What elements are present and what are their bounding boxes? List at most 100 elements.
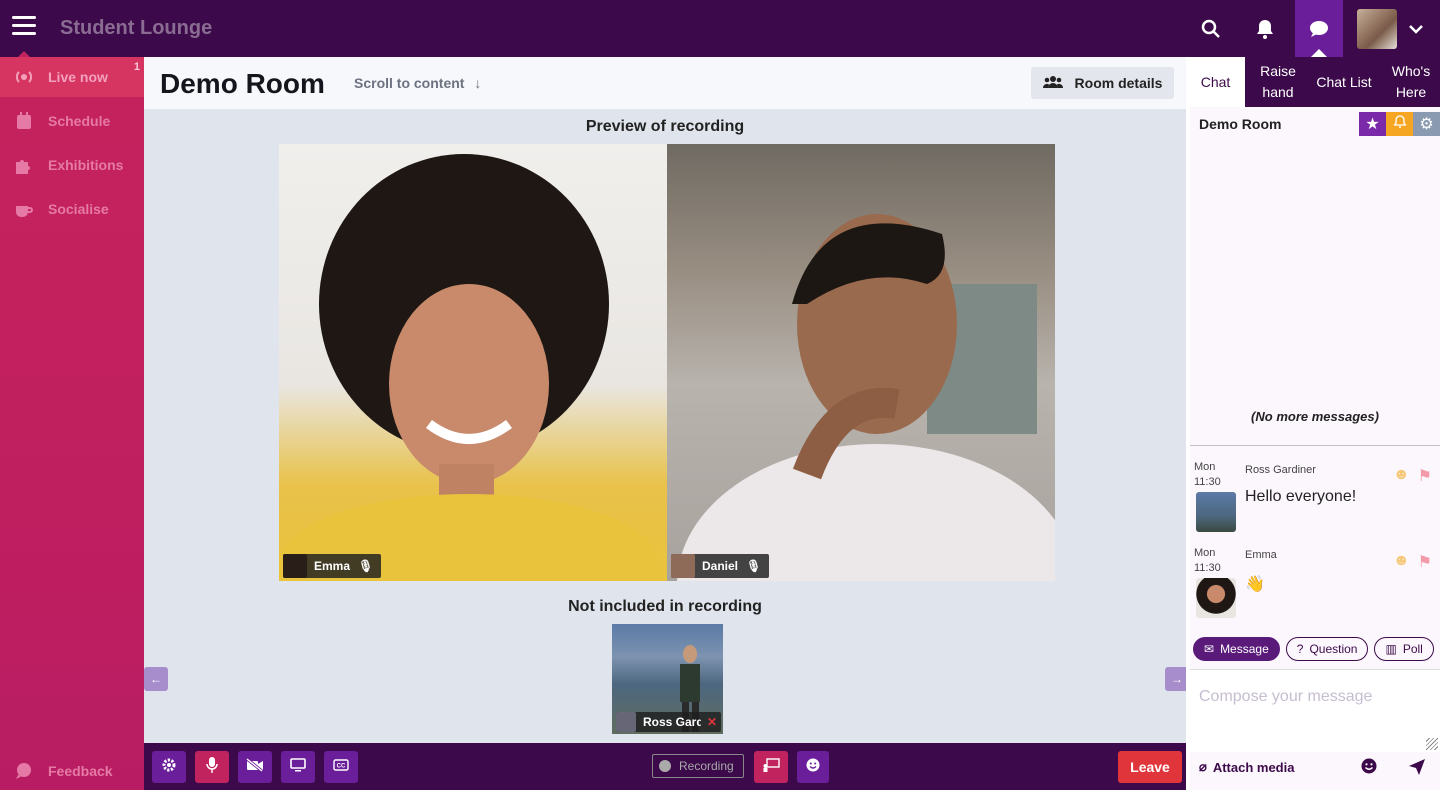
chat-message: Mon 11:30 Ross Gardiner Hello everyone! ☻… bbox=[1190, 460, 1440, 540]
microphone-off-icon: ✕ bbox=[707, 715, 718, 729]
bell-icon[interactable] bbox=[1241, 0, 1289, 57]
top-bar: Student Lounge bbox=[0, 0, 1440, 58]
menu-icon[interactable] bbox=[12, 16, 36, 40]
calendar-icon bbox=[14, 111, 34, 131]
flag-icon[interactable]: ⚑ bbox=[1418, 466, 1432, 486]
notify-button[interactable] bbox=[1386, 112, 1413, 136]
mode-question[interactable]: ? Question bbox=[1285, 637, 1369, 661]
prev-page-button[interactable]: ← bbox=[144, 667, 168, 691]
user-avatar[interactable] bbox=[1357, 9, 1397, 49]
microphone-button[interactable] bbox=[195, 751, 229, 783]
scroll-to-content-link[interactable]: Scroll to content ↓ bbox=[354, 75, 481, 91]
settings-icon bbox=[162, 758, 176, 777]
message-text: 👋 bbox=[1245, 576, 1265, 593]
mode-message[interactable]: ✉ Message bbox=[1193, 637, 1280, 661]
mode-label: Message bbox=[1220, 642, 1269, 656]
no-more-messages: (No more messages) bbox=[1251, 409, 1379, 424]
screen-share-button[interactable] bbox=[281, 751, 315, 783]
camera-toggle-button[interactable] bbox=[238, 751, 272, 783]
screen-share-icon bbox=[290, 757, 306, 777]
broadcast-icon bbox=[14, 67, 34, 87]
question-icon: ? bbox=[1296, 642, 1304, 656]
chat-message: Mon 11:30 Emma 👋 ☻ ⚑ bbox=[1190, 546, 1440, 626]
sidebar-item-label: Socialise bbox=[48, 201, 109, 217]
message-time: Mon 11:30 bbox=[1194, 546, 1228, 576]
app-title: Student Lounge bbox=[60, 17, 213, 39]
mode-label: Question bbox=[1309, 642, 1358, 656]
message-mode-selector: ✉ Message ? Question ▥ Poll bbox=[1193, 637, 1434, 661]
room-header: Demo Room Scroll to content ↓ Room detai… bbox=[144, 57, 1186, 109]
settings-button[interactable] bbox=[152, 751, 186, 783]
chat-settings-button[interactable]: ⚙ bbox=[1413, 112, 1440, 136]
message-day: Mon bbox=[1194, 547, 1216, 559]
emoji-react-icon[interactable]: ☻ bbox=[1393, 552, 1410, 572]
chat-room-name: Demo Room bbox=[1199, 116, 1282, 132]
feedback-button[interactable]: Feedback bbox=[0, 751, 144, 791]
smiley-icon bbox=[806, 758, 820, 777]
presentation-icon bbox=[762, 757, 780, 777]
puzzle-icon bbox=[14, 155, 34, 175]
sidebar-item-label: Live now bbox=[48, 69, 108, 85]
message-author: Ross Gardiner bbox=[1245, 464, 1316, 476]
tab-raise-hand[interactable]: Raise hand bbox=[1250, 57, 1306, 107]
room-details-button[interactable]: Room details bbox=[1031, 67, 1174, 99]
video-tile-daniel[interactable]: Daniel 🎙 bbox=[667, 144, 1055, 581]
search-icon[interactable] bbox=[1187, 0, 1235, 57]
reactions-button[interactable] bbox=[797, 751, 829, 783]
favorite-button[interactable]: ★ bbox=[1359, 112, 1386, 136]
attach-media-button[interactable]: ⌀ Attach media bbox=[1199, 759, 1294, 775]
microphone-icon bbox=[206, 756, 218, 778]
compose-placeholder: Compose your message bbox=[1199, 688, 1373, 705]
sidebar-item-exhibitions[interactable]: Exhibitions bbox=[0, 145, 144, 185]
chat-caret bbox=[1311, 49, 1327, 57]
chat-body: Demo Room ★ ⚙ (No more messages) Mon 11:3… bbox=[1190, 107, 1440, 790]
chat-tabs: Chat Raise hand Chat List Who's Here bbox=[1186, 57, 1440, 107]
message-clock: 11:30 bbox=[1194, 476, 1221, 488]
sidebar: Live now 1 Schedule Exhibitions Socialis… bbox=[0, 57, 144, 790]
main-stage: Demo Room Scroll to content ↓ Room detai… bbox=[144, 57, 1189, 743]
tab-whos-here[interactable]: Who's Here bbox=[1382, 57, 1440, 107]
users-icon bbox=[1042, 75, 1063, 92]
microphone-icon: 🎙 bbox=[746, 559, 762, 573]
participant-name: Ross Gard bbox=[643, 715, 701, 729]
arrow-down-icon: ↓ bbox=[474, 75, 482, 91]
excluded-heading: Not included in recording bbox=[568, 598, 762, 615]
sidebar-item-label: Exhibitions bbox=[48, 157, 124, 173]
chat-panel: Chat Raise hand Chat List Who's Here Dem… bbox=[1186, 57, 1440, 790]
tab-chat-list[interactable]: Chat List bbox=[1316, 57, 1372, 107]
control-bar: CC Recording Leave bbox=[144, 743, 1186, 790]
captions-button[interactable]: CC bbox=[324, 751, 358, 783]
chevron-down-icon[interactable] bbox=[1394, 0, 1438, 57]
emoji-react-icon[interactable]: ☻ bbox=[1393, 466, 1410, 486]
sidebar-item-live-now[interactable]: Live now 1 bbox=[0, 57, 144, 97]
participant-avatar bbox=[616, 712, 636, 732]
video-tile-emma[interactable]: Emma 🎙 bbox=[279, 144, 667, 581]
participant-tag: Ross Gard ✕ bbox=[616, 712, 722, 732]
message-actions: ☻ ⚑ bbox=[1393, 552, 1432, 572]
send-button[interactable] bbox=[1408, 758, 1426, 781]
chat-room-actions: ★ ⚙ bbox=[1359, 112, 1440, 136]
bell-icon bbox=[1392, 115, 1407, 133]
participant-name: Emma bbox=[314, 559, 351, 573]
sidebar-item-schedule[interactable]: Schedule bbox=[0, 101, 144, 141]
presenter-button[interactable] bbox=[754, 751, 788, 783]
author-avatar bbox=[1196, 492, 1236, 532]
tab-chat[interactable]: Chat bbox=[1186, 57, 1245, 107]
resize-handle[interactable] bbox=[1426, 738, 1438, 750]
sidebar-item-socialise[interactable]: Socialise bbox=[0, 189, 144, 229]
paper-plane-icon bbox=[1408, 759, 1426, 780]
message-text: Hello everyone! bbox=[1245, 488, 1357, 505]
participant-avatar bbox=[671, 554, 695, 578]
recording-toggle[interactable]: Recording bbox=[652, 754, 744, 778]
emoji-picker-button[interactable] bbox=[1361, 758, 1377, 779]
captions-icon: CC bbox=[333, 758, 349, 776]
leave-button[interactable]: Leave bbox=[1118, 751, 1182, 783]
preview-heading: Preview of recording bbox=[585, 118, 745, 135]
smiley-icon bbox=[1361, 758, 1377, 778]
mode-poll[interactable]: ▥ Poll bbox=[1374, 637, 1434, 661]
flag-icon[interactable]: ⚑ bbox=[1418, 552, 1432, 572]
compose-textarea[interactable]: Compose your message bbox=[1190, 669, 1440, 752]
arrow-left-icon: ← bbox=[150, 672, 162, 686]
attach-label: Attach media bbox=[1212, 759, 1295, 775]
video-tile-ross[interactable]: Ross Gard ✕ bbox=[612, 624, 723, 734]
